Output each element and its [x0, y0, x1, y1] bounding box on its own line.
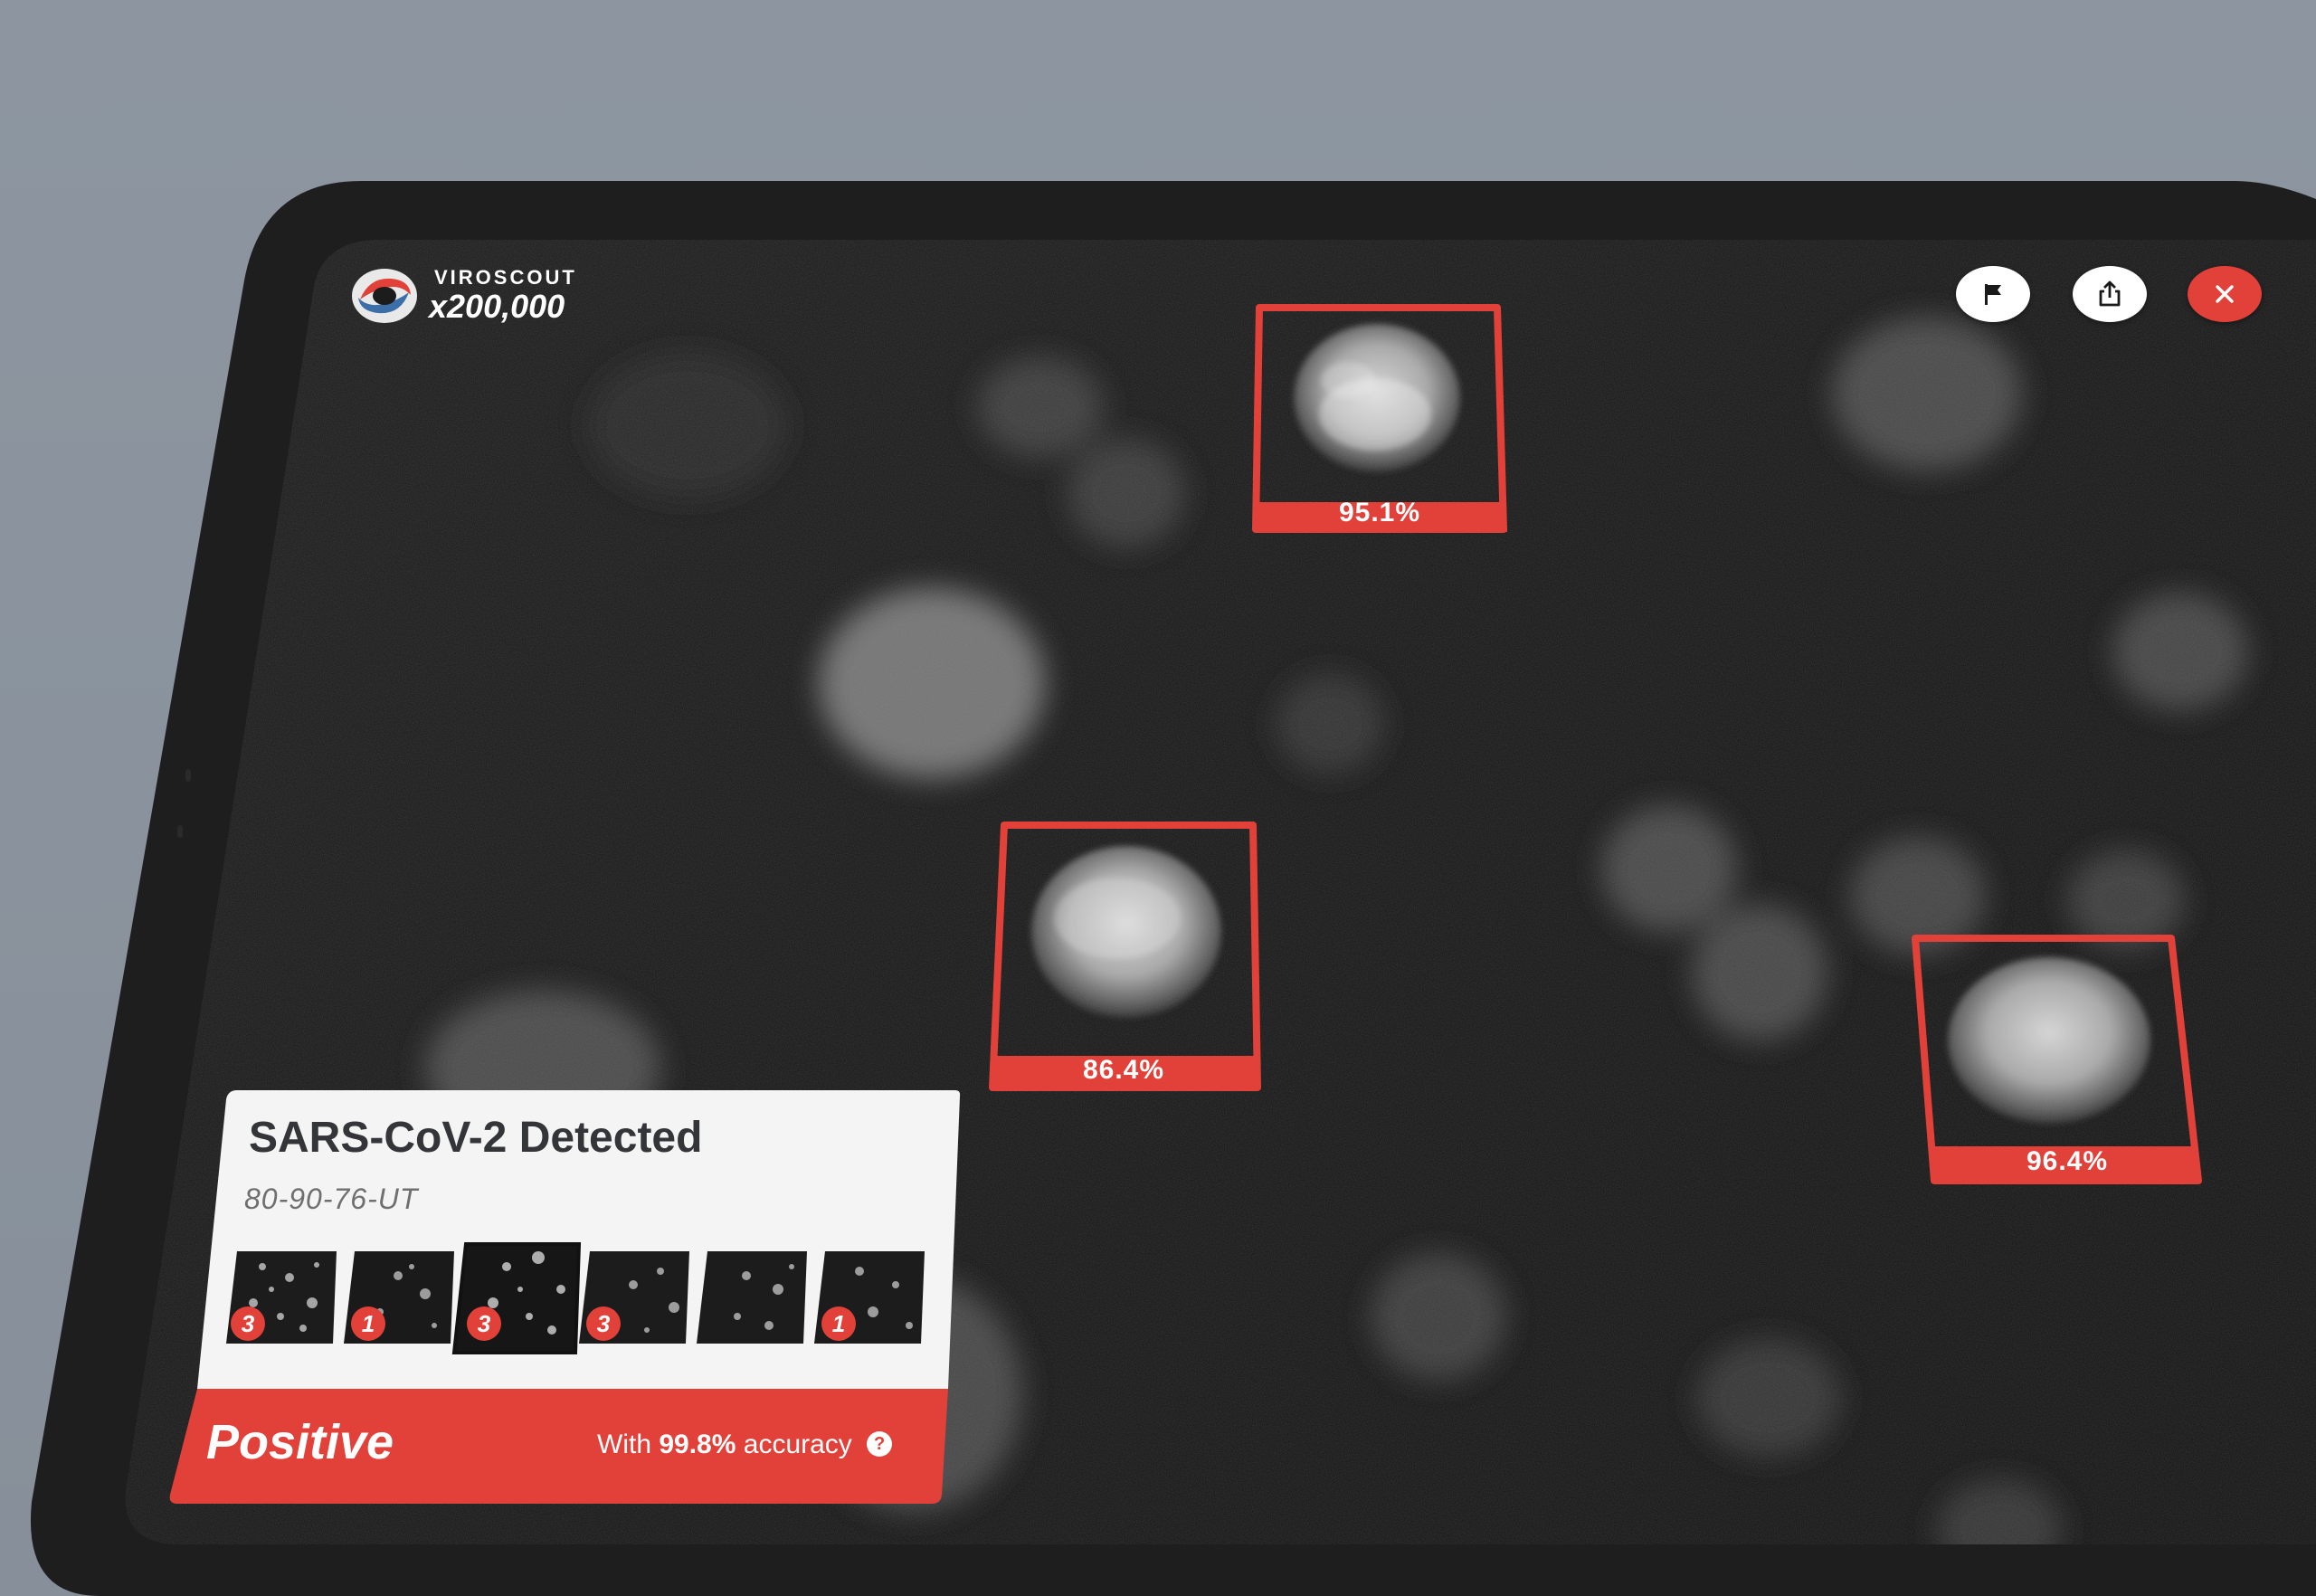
- flag-icon: [1985, 284, 2001, 305]
- accuracy-text: With 99.8% accuracy ?: [597, 1430, 893, 1460]
- thumbnail-badge-4: 3: [586, 1306, 621, 1341]
- accuracy-prefix: With: [597, 1430, 651, 1459]
- thumbnail-badge-2: 1: [351, 1306, 385, 1341]
- viroscout-logo-icon: [352, 269, 417, 323]
- result-status: Positive: [206, 1415, 394, 1469]
- brand-name: VIROSCOUT: [434, 266, 577, 289]
- thumbnail-badge-1: 3: [231, 1306, 265, 1341]
- detection-confidence-3: 96.4%: [2026, 1146, 2109, 1176]
- detection-confidence-1: 95.1%: [1338, 498, 1421, 527]
- thumbnail-badge-3: 3: [467, 1306, 501, 1341]
- flag-button[interactable]: [1956, 266, 2030, 322]
- share-button[interactable]: [2073, 266, 2147, 322]
- share-icon: [2099, 280, 2121, 307]
- app-logo: VIROSCOUT x200,000: [351, 264, 622, 337]
- help-icon[interactable]: ?: [867, 1431, 893, 1458]
- thumbnail-badge-6: 1: [821, 1306, 856, 1341]
- detection-confidence-2: 86.4%: [1082, 1055, 1165, 1085]
- thumbnail-5[interactable]: [697, 1251, 807, 1344]
- result-title: SARS-CoV-2 Detected: [249, 1114, 703, 1162]
- tablet-device: [31, 181, 2316, 1596]
- close-button[interactable]: [2188, 266, 2262, 322]
- sample-id: 80-90-76-UT: [244, 1183, 419, 1215]
- accuracy-value: 99.8%: [659, 1430, 736, 1459]
- scene: VIROSCOUT x200,000 95.1% 86.4% 96.4% SAR…: [0, 0, 2316, 1596]
- close-icon: [2216, 285, 2234, 303]
- zoom-level: x200,000: [429, 288, 565, 325]
- accuracy-suffix: accuracy: [743, 1430, 852, 1459]
